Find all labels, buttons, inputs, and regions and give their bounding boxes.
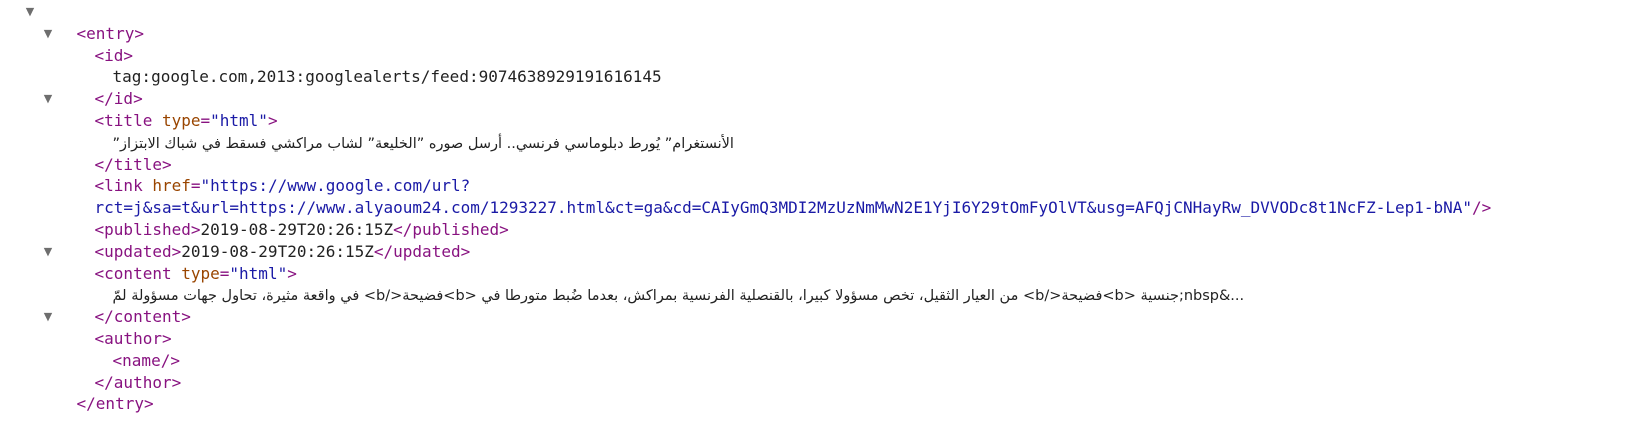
collapse-triangle-icon[interactable]: ▼ xyxy=(41,306,55,328)
author-close-line: </author> xyxy=(0,350,1649,392)
xml-tree-viewer: ▼ <entry> ▼ <id> tag:google.com,2013:googl… xyxy=(0,0,1649,413)
collapse-triangle-icon[interactable]: ▼ xyxy=(41,241,55,263)
collapse-triangle-icon[interactable]: ▼ xyxy=(41,88,55,110)
content-open-line: ▼ <content type="html"> xyxy=(0,241,1649,283)
title-text-line: الأنستغرام” يُورط دبلوماسي فرنسي.. أرسل … xyxy=(0,110,1649,152)
entry-close-line: </entry> xyxy=(0,372,1649,413)
title-close-line: </title> xyxy=(0,132,1649,174)
collapse-triangle-icon[interactable]: ▼ xyxy=(41,23,55,45)
id-close-line: </id> xyxy=(0,66,1649,108)
author-open-line: ▼ <author> xyxy=(0,306,1649,348)
link-open-line: <link href="https://www.google.com/url? xyxy=(0,154,1649,195)
entry-close-tag: </entry> xyxy=(76,394,154,414)
content-text-line: ...&nbsp;جنسية <b>فضيحة</b> من العيار ال… xyxy=(0,263,1649,304)
published-line: <published>2019-08-29T20:26:15Z</publish… xyxy=(0,197,1649,239)
updated-line: <updated>2019-08-29T20:26:15Z</updated> xyxy=(0,219,1649,261)
id-open-line: ▼ <id> xyxy=(0,23,1649,65)
collapse-triangle-icon[interactable]: ▼ xyxy=(23,1,37,23)
link-href-continuation-line: rct=j&sa=t&url=https://www.alyaoum24.com… xyxy=(0,175,1649,217)
content-close-line: </content> xyxy=(0,284,1649,326)
entry-open-line: ▼ <entry> xyxy=(0,1,1649,43)
name-line: <name/> xyxy=(0,328,1649,370)
id-value-line: tag:google.com,2013:googlealerts/feed:90… xyxy=(0,45,1649,86)
title-open-line: ▼ <title type="html"> xyxy=(0,88,1649,130)
